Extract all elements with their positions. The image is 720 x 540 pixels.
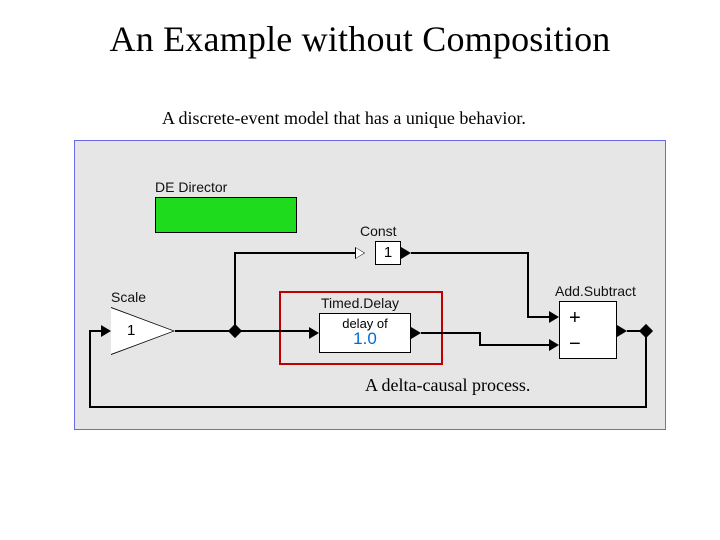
wire-to-const-trigger xyxy=(234,252,355,254)
wire-feedback-up xyxy=(89,330,91,407)
timed-delay-output-port-icon xyxy=(411,327,421,339)
wire-const-out-h xyxy=(411,252,527,254)
slide-title: An Example without Composition xyxy=(0,18,720,60)
add-output-port-icon xyxy=(617,325,627,337)
add-minus-port-icon xyxy=(549,339,559,351)
add-minus-icon: − xyxy=(569,333,581,356)
add-subtract-block xyxy=(559,301,617,359)
timed-delay-input-port-icon xyxy=(309,327,319,339)
const-trigger-port-fill xyxy=(356,248,364,258)
diagram-canvas: DE Director Scale 1 Const 1 Timed.Delay … xyxy=(74,140,666,430)
slide-subtitle: A discrete-event model that has a unique… xyxy=(162,108,526,129)
wire-up-to-const xyxy=(234,252,236,330)
wire-feedback-to-scale xyxy=(89,330,101,332)
delta-caption: A delta-causal process. xyxy=(365,375,530,396)
scale-value: 1 xyxy=(127,322,135,339)
const-block: 1 xyxy=(375,241,401,265)
scale-label: Scale xyxy=(111,289,146,305)
wire-delay-to-minus xyxy=(479,344,549,346)
scale-block-fill xyxy=(111,308,173,354)
timed-delay-label: Timed.Delay xyxy=(321,295,399,311)
add-plus-icon: + xyxy=(569,307,581,330)
wire-const-to-plus xyxy=(527,316,549,318)
director-label: DE Director xyxy=(155,179,227,195)
timed-delay-value: 1.0 xyxy=(320,329,410,349)
timed-delay-block: delay of 1.0 xyxy=(319,313,411,353)
const-label: Const xyxy=(360,223,397,239)
wire-feedback-down xyxy=(645,330,647,406)
add-subtract-label: Add.Subtract xyxy=(555,283,636,299)
wire-const-out-v xyxy=(527,252,529,317)
const-output-port-icon xyxy=(401,247,411,259)
scale-input-port-icon xyxy=(101,325,111,337)
wire-delay-out-h1 xyxy=(421,332,481,334)
director-block xyxy=(155,197,297,233)
wire-feedback-bottom xyxy=(89,406,647,408)
add-plus-port-icon xyxy=(549,311,559,323)
slide: An Example without Composition A discret… xyxy=(0,0,720,540)
